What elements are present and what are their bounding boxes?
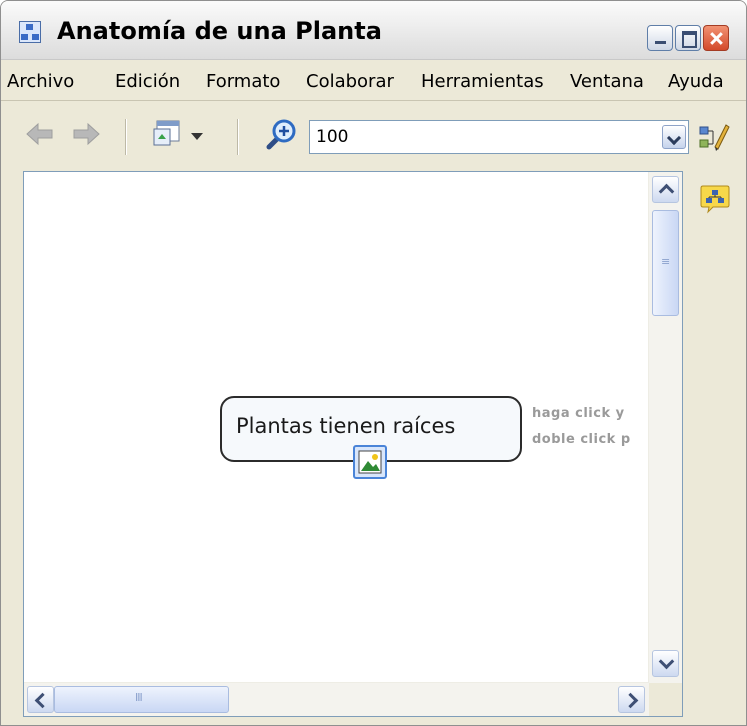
back-arrow-icon[interactable] — [25, 121, 55, 147]
forward-arrow-icon[interactable] — [71, 121, 101, 147]
scroll-left-button[interactable] — [27, 686, 54, 713]
menu-bar: Archivo Edición Formato Colaborar Herram… — [1, 60, 746, 101]
horizontal-scrollbar[interactable]: III — [24, 682, 649, 716]
menu-archivo[interactable]: Archivo — [7, 71, 74, 92]
scroll-grip: III — [135, 691, 143, 704]
vertical-scrollbar[interactable]: ≡ — [648, 172, 682, 684]
menu-herramientas[interactable]: Herramientas — [421, 71, 544, 92]
topic-structure-icon[interactable] — [699, 183, 731, 215]
side-panel — [685, 171, 745, 717]
window-title: Anatomía de una Planta — [57, 17, 382, 45]
scroll-right-button[interactable] — [618, 686, 645, 713]
menu-ayuda[interactable]: Ayuda — [668, 71, 724, 92]
maximize-button[interactable] — [675, 25, 701, 51]
zoom-combobox[interactable]: 100 — [309, 120, 689, 154]
format-structure-icon[interactable] — [697, 119, 731, 153]
chevron-down-icon[interactable] — [191, 133, 203, 140]
toolbar-separator — [237, 119, 239, 155]
toolbar: 100 — [1, 101, 746, 169]
app-window: Anatomía de una Planta Archivo Edición F… — [0, 0, 747, 726]
menu-colaborar[interactable]: Colaborar — [306, 71, 394, 92]
minimize-button[interactable] — [647, 25, 673, 51]
scrollbar-corner — [649, 683, 682, 716]
view-window-icon[interactable] — [153, 119, 183, 149]
scroll-grip: ≡ — [661, 255, 671, 268]
zoom-value[interactable]: 100 — [316, 127, 348, 147]
close-button[interactable] — [703, 25, 729, 51]
zoom-in-icon[interactable] — [263, 117, 299, 153]
image-attachment-icon[interactable] — [353, 445, 387, 479]
toolbar-separator — [125, 119, 127, 155]
mindmap-app-icon — [19, 21, 41, 43]
vertical-scroll-thumb[interactable]: ≡ — [652, 210, 679, 316]
scroll-down-button[interactable] — [652, 650, 679, 677]
zoom-dropdown-button[interactable] — [662, 125, 686, 149]
scroll-up-button[interactable] — [652, 176, 679, 203]
hint-text-line-2: doble click p — [532, 432, 631, 447]
title-bar[interactable]: Anatomía de una Planta — [1, 1, 746, 60]
menu-edicion[interactable]: Edición — [115, 71, 180, 92]
hint-text-line-1: haga click y — [532, 406, 625, 421]
central-topic-label: Plantas tienen raíces — [236, 414, 456, 438]
menu-formato[interactable]: Formato — [206, 71, 280, 92]
menu-ventana[interactable]: Ventana — [570, 71, 644, 92]
map-canvas[interactable]: Plantas tienen raíces haga click y doble… — [23, 171, 683, 717]
horizontal-scroll-thumb[interactable]: III — [54, 686, 229, 713]
